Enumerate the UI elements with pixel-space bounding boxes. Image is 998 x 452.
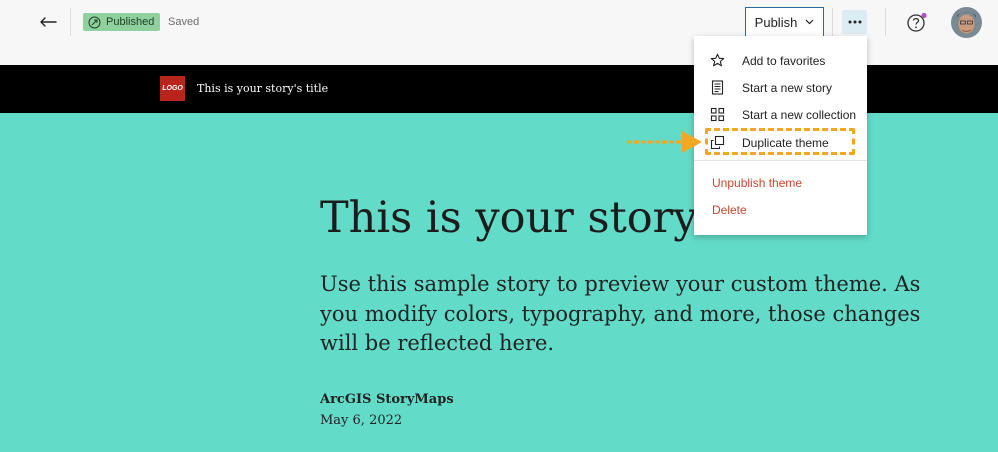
menu-divider [694,160,867,161]
menu-item-label: Start a new story [742,80,833,95]
published-icon [88,16,101,28]
story-date: May 6, 2022 [320,413,403,428]
status-badge-label: Published [106,16,155,28]
saved-status: Saved [168,16,200,28]
menu-item-label: Start a new collection [742,107,857,122]
divider [885,8,886,36]
duplicate-theme-highlight [705,128,855,155]
menu-item-start-story[interactable]: Start a new story [694,74,867,101]
chevron-down-icon [805,19,814,25]
menu-item-label: Delete [712,202,747,217]
status-badge[interactable]: Published [83,13,161,31]
document-icon [711,80,724,95]
menu-item-label: Add to favorites [742,53,826,68]
pointer-arrow-icon [627,131,702,153]
story-subtitle: Use this sample story to preview your cu… [320,272,921,355]
user-avatar[interactable] [951,7,982,38]
ellipsis-icon [848,20,861,24]
story-logo: LOGO [160,76,185,101]
menu-item-delete[interactable]: Delete [694,196,867,223]
grid-icon [710,107,725,122]
star-icon [710,53,725,67]
avatar-photo [951,7,982,38]
publish-button-label: Publish [754,14,798,30]
story-byline: ArcGIS StoryMaps [320,392,454,407]
divider [70,8,71,36]
divider [832,8,833,36]
story-header-title: This is your story's title [197,82,329,95]
menu-item-label: Unpublish theme [712,175,803,190]
menu-item-add-to-favorites[interactable]: Add to favorites [694,47,867,74]
publish-button[interactable]: Publish [745,7,824,37]
back-arrow-icon[interactable] [36,11,60,33]
menu-item-start-collection[interactable]: Start a new collection [694,101,867,128]
more-options-button[interactable] [842,10,867,34]
menu-item-unpublish-theme[interactable]: Unpublish theme [694,169,867,196]
help-icon[interactable] [905,11,929,35]
